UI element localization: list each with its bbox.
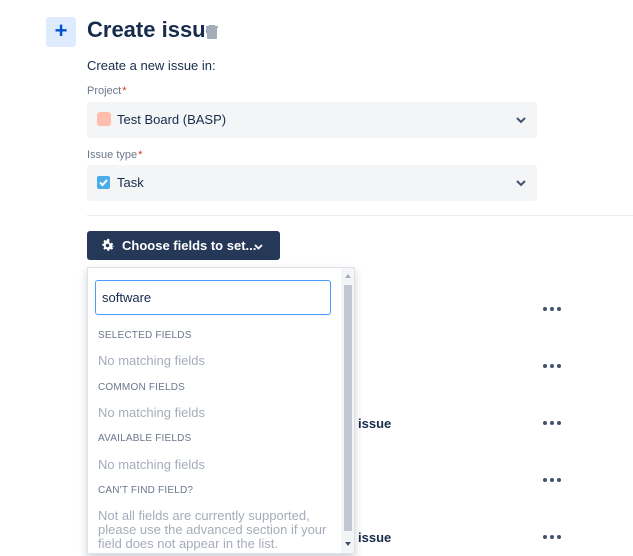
project-label-text: Project [87,85,122,97]
page-title: Create issue [87,17,218,42]
empty-message: No matching fields [98,457,205,472]
scroll-up-icon[interactable] [344,272,352,280]
scroll-down-icon[interactable] [344,540,352,548]
empty-message: No matching fields [98,405,205,420]
field-search-input[interactable] [95,280,331,315]
add-issue-button[interactable]: + [46,17,76,47]
scrollbar[interactable] [341,268,354,553]
plus-icon: + [54,18,68,43]
issue-type-value: Task [117,175,144,190]
chevron-down-icon [254,244,263,250]
choose-fields-label: Choose fields to set... [122,238,257,253]
required-mark: * [138,149,143,161]
more-actions-icon[interactable] [543,307,561,313]
chevron-down-icon [516,180,526,187]
project-avatar-icon [97,112,111,126]
background-issue-label: issue [358,416,392,431]
divider [87,215,633,216]
project-label: Project* [87,85,127,97]
field-picker-dropdown: SELECTED FIELDS No matching fields COMMO… [87,267,355,554]
project-value: Test Board (BASP) [117,112,227,127]
chevron-down-icon [516,117,526,124]
required-mark: * [122,85,127,97]
issue-type-label-text: Issue type [87,149,138,161]
more-actions-icon[interactable] [543,421,561,427]
more-actions-icon[interactable] [543,478,561,484]
more-actions-icon[interactable] [543,364,561,370]
trash-icon[interactable] [206,25,218,39]
issue-type-label: Issue type* [87,149,142,161]
scrollbar-thumb[interactable] [344,285,352,531]
task-checkbox-icon [97,176,110,189]
choose-fields-button[interactable]: Choose fields to set... [87,231,280,260]
cant-find-note: Not all fields are currently supported, … [98,508,327,551]
section-heading: SELECTED FIELDS [98,330,192,341]
gear-icon [102,238,115,251]
section-heading: AVAILABLE FIELDS [98,433,192,444]
project-select[interactable]: Test Board (BASP) [87,102,537,138]
empty-message: No matching fields [98,353,205,368]
section-heading: CAN'T FIND FIELD? [98,485,194,496]
section-heading: COMMON FIELDS [98,382,186,393]
create-intro: Create a new issue in: [87,58,216,73]
background-issue-label: issue [358,530,392,545]
issue-type-select[interactable]: Task [87,165,537,201]
more-actions-icon[interactable] [543,535,561,541]
